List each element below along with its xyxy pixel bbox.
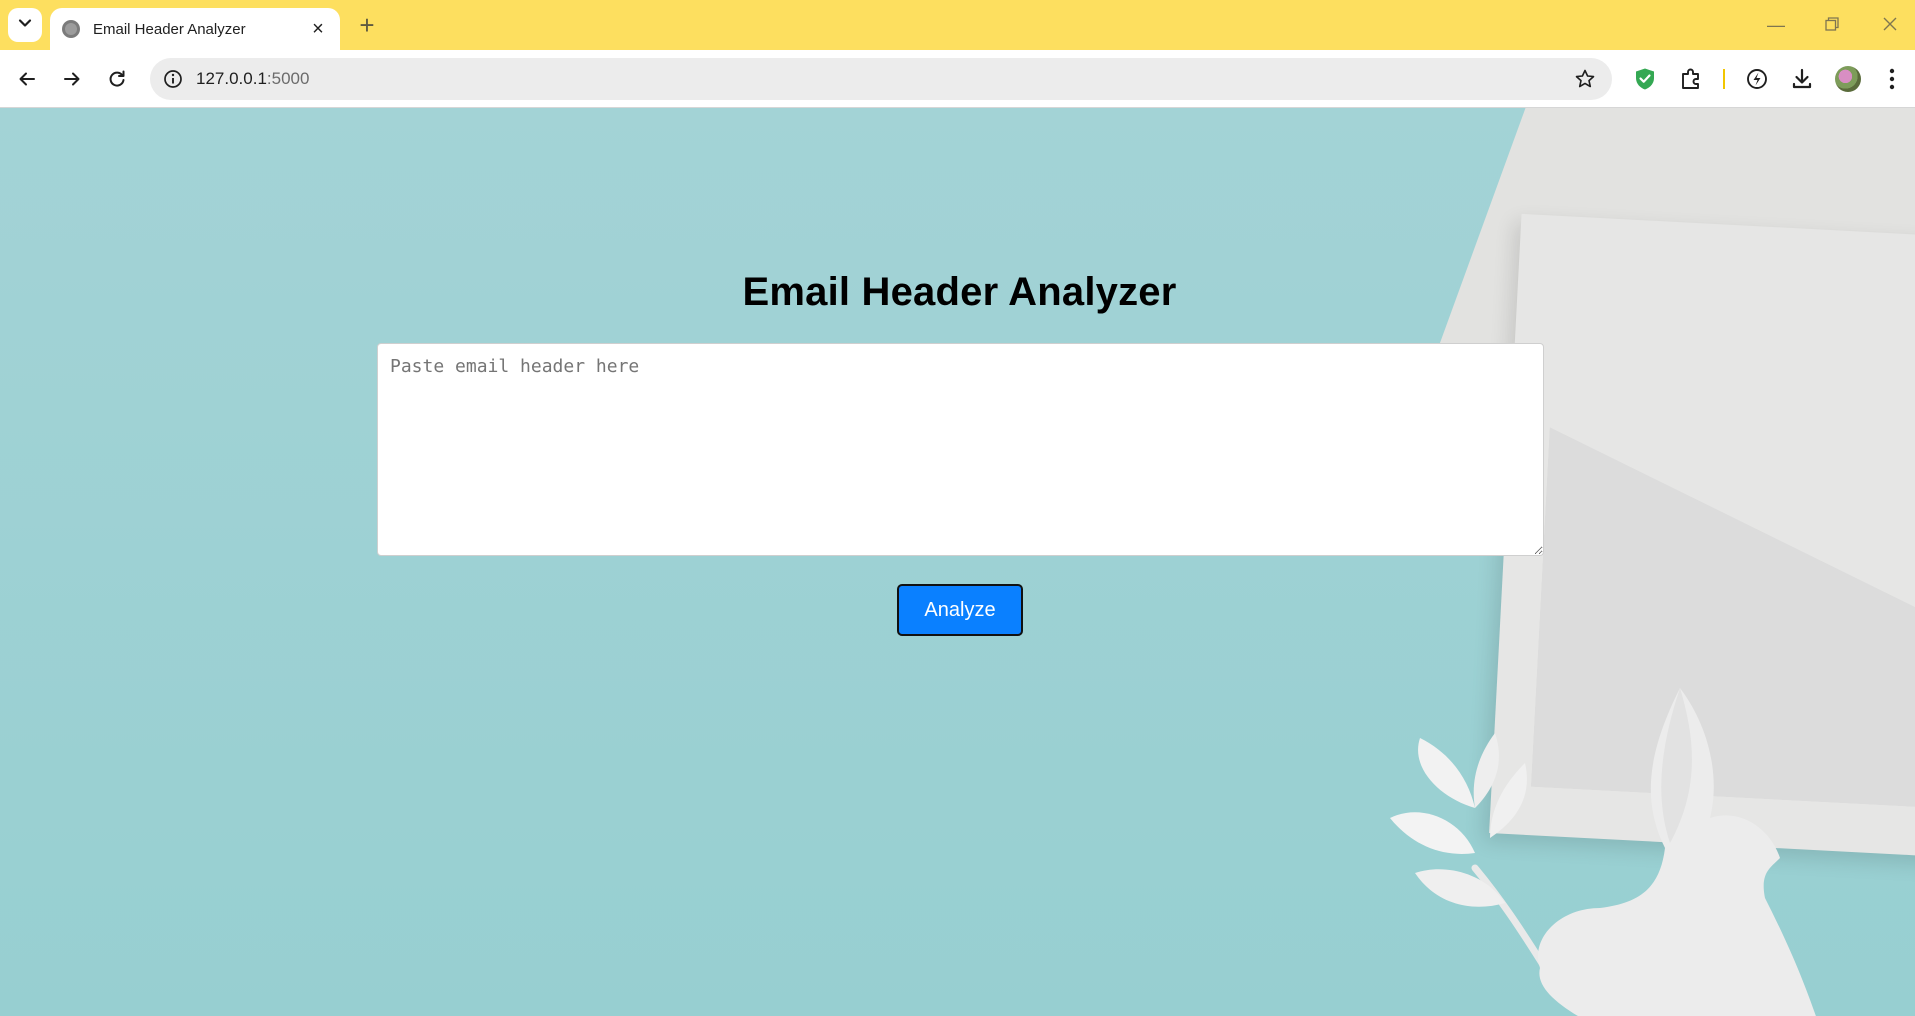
page-title: Email Header Analyzer [742, 270, 1177, 314]
back-button[interactable] [11, 63, 43, 95]
restore-icon[interactable] [1818, 12, 1846, 38]
shield-extension-icon[interactable] [1632, 66, 1658, 92]
download-icon[interactable] [1789, 66, 1815, 92]
profile-avatar[interactable] [1835, 66, 1861, 92]
arrow-right-icon [64, 72, 80, 86]
bookmark-star-icon[interactable] [1574, 68, 1596, 90]
toolbar-separator [1723, 69, 1725, 89]
close-window-icon[interactable] [1876, 12, 1904, 38]
email-header-input[interactable] [377, 343, 1544, 556]
forward-button[interactable] [56, 63, 88, 95]
site-info-icon[interactable] [162, 68, 184, 90]
globe-icon [62, 20, 80, 38]
address-bar[interactable]: 127.0.0.1:5000 [150, 58, 1612, 100]
arrow-left-icon [19, 72, 35, 86]
url-port: :5000 [266, 69, 310, 88]
tab-search-button[interactable] [8, 8, 42, 42]
url-host: 127.0.0.1 [196, 69, 267, 88]
tab-title: Email Header Analyzer [93, 20, 246, 38]
reload-button[interactable] [101, 63, 133, 95]
reload-icon [109, 70, 125, 87]
browser-toolbar: 127.0.0.1:5000 [0, 50, 1915, 108]
analyze-button[interactable]: Analyze [897, 584, 1023, 636]
minimize-icon[interactable]: — [1762, 12, 1790, 38]
paper-dove-decoration [1390, 688, 1816, 1016]
performance-icon[interactable] [1744, 66, 1770, 92]
page-background: Email Header Analyzer Analyze [0, 108, 1915, 1016]
browser-tab-active[interactable]: Email Header Analyzer × [50, 8, 340, 50]
menu-kebab-icon[interactable] [1879, 66, 1905, 92]
puzzle-extensions-icon[interactable] [1678, 66, 1704, 92]
tab-bar: Email Header Analyzer × + — [0, 0, 1915, 50]
new-tab-button[interactable]: + [352, 10, 382, 40]
chevron-down-icon [18, 16, 32, 35]
url-text[interactable]: 127.0.0.1:5000 [196, 69, 309, 89]
close-icon[interactable]: × [308, 19, 328, 39]
